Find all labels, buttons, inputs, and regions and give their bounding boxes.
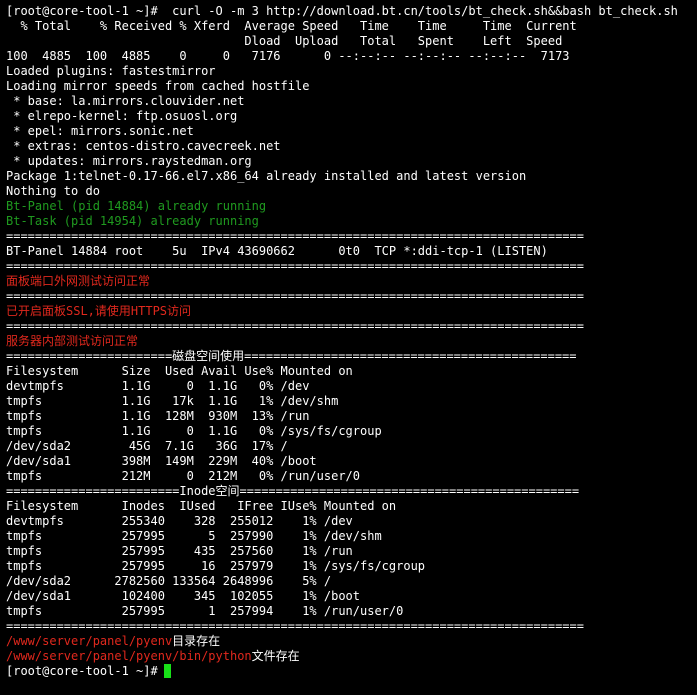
terminal-line: tmpfs 1.1G 128M 930M 13% /run xyxy=(6,409,310,423)
terminal-line: * extras: centos-distro.cavecreek.net xyxy=(6,139,281,153)
terminal-line-check-result: /www/server/panel/pyenv/bin/python文件存在 xyxy=(6,649,697,664)
terminal-line: ========================Inode空间=========… xyxy=(6,484,580,498)
terminal-line: Bt-Panel (pid 14884) already running xyxy=(6,199,267,213)
block-cursor-icon[interactable] xyxy=(163,664,171,678)
terminal-line: tmpfs 257995 1 257994 1% /run/user/0 xyxy=(6,604,404,618)
terminal-line-check-result: /www/server/panel/pyenv目录存在 xyxy=(6,634,697,649)
terminal-line: 已开启面板SSL,请使用HTTPS访问 xyxy=(6,304,192,318)
terminal-line: Loaded plugins: fastestmirror xyxy=(6,64,216,78)
terminal-line: * base: la.mirrors.clouvider.net xyxy=(6,94,245,108)
terminal-line: ========================================… xyxy=(6,619,584,633)
terminal-line: devtmpfs 255340 328 255012 1% /dev xyxy=(6,514,353,528)
terminal-line: ========================================… xyxy=(6,229,584,243)
shell-prompt: [root@core-tool-1 ~]# xyxy=(6,664,158,678)
path-text: /www/server/panel/pyenv xyxy=(6,634,173,648)
terminal-line: =======================磁盘空间使用===========… xyxy=(6,349,577,363)
terminal-line: ========================================… xyxy=(6,319,584,333)
terminal-line: ========================================… xyxy=(6,259,584,273)
terminal-line: Filesystem Size Used Avail Use% Mounted … xyxy=(6,364,353,378)
terminal-line: BT-Panel 14884 root 5u IPv4 43690662 0t0… xyxy=(6,244,548,258)
terminal-output: [root@core-tool-1 ~]# curl -O -m 3 http:… xyxy=(6,4,697,679)
terminal-line: * elrepo-kernel: ftp.osuosl.org xyxy=(6,109,238,123)
terminal-line: ========================================… xyxy=(6,289,584,303)
terminal-line: /dev/sda1 398M 149M 229M 40% /boot xyxy=(6,454,317,468)
terminal-line: tmpfs 1.1G 0 1.1G 0% /sys/fs/cgroup xyxy=(6,424,382,438)
terminal-line: 100 4885 100 4885 0 0 7176 0 --:--:-- --… xyxy=(6,49,570,63)
status-text: 目录存在 xyxy=(172,634,221,648)
terminal-line: tmpfs 257995 5 257990 1% /dev/shm xyxy=(6,529,382,543)
path-text: /www/server/panel/pyenv/bin/python xyxy=(6,649,252,663)
terminal-line: tmpfs 257995 16 257979 1% /sys/fs/cgroup xyxy=(6,559,426,573)
terminal-line: /dev/sda1 102400 345 102055 1% /boot xyxy=(6,589,361,603)
terminal-line: [root@core-tool-1 ~]# curl -O -m 3 http:… xyxy=(6,4,678,18)
terminal-line: Nothing to do xyxy=(6,184,100,198)
terminal-window[interactable]: [root@core-tool-1 ~]# curl -O -m 3 http:… xyxy=(0,0,697,695)
terminal-line: tmpfs 212M 0 212M 0% /run/user/0 xyxy=(6,469,361,483)
terminal-line: tmpfs 257995 435 257560 1% /run xyxy=(6,544,353,558)
shell-prompt-line: [root@core-tool-1 ~]# xyxy=(6,664,697,679)
terminal-line: devtmpfs 1.1G 0 1.1G 0% /dev xyxy=(6,379,310,393)
terminal-line: Bt-Task (pid 14954) already running xyxy=(6,214,259,228)
terminal-line: 面板端口外网测试访问正常 xyxy=(6,274,151,288)
terminal-line: * updates: mirrors.raystedman.org xyxy=(6,154,252,168)
terminal-line: Filesystem Inodes IUsed IFree IUse% Moun… xyxy=(6,499,397,513)
terminal-line: % Total % Received % Xferd Average Speed… xyxy=(6,19,577,33)
terminal-line: 服务器内部测试访问正常 xyxy=(6,334,139,348)
terminal-line: Dload Upload Total Spent Left Speed xyxy=(6,34,563,48)
terminal-line: /dev/sda2 45G 7.1G 36G 17% / xyxy=(6,439,288,453)
terminal-line: /dev/sda2 2782560 133564 2648996 5% / xyxy=(6,574,332,588)
status-text: 文件存在 xyxy=(251,649,300,663)
terminal-line: * epel: mirrors.sonic.net xyxy=(6,124,194,138)
terminal-line: tmpfs 1.1G 17k 1.1G 1% /dev/shm xyxy=(6,394,339,408)
terminal-line: Package 1:telnet-0.17-66.el7.x86_64 alre… xyxy=(6,169,527,183)
terminal-line: Loading mirror speeds from cached hostfi… xyxy=(6,79,310,93)
